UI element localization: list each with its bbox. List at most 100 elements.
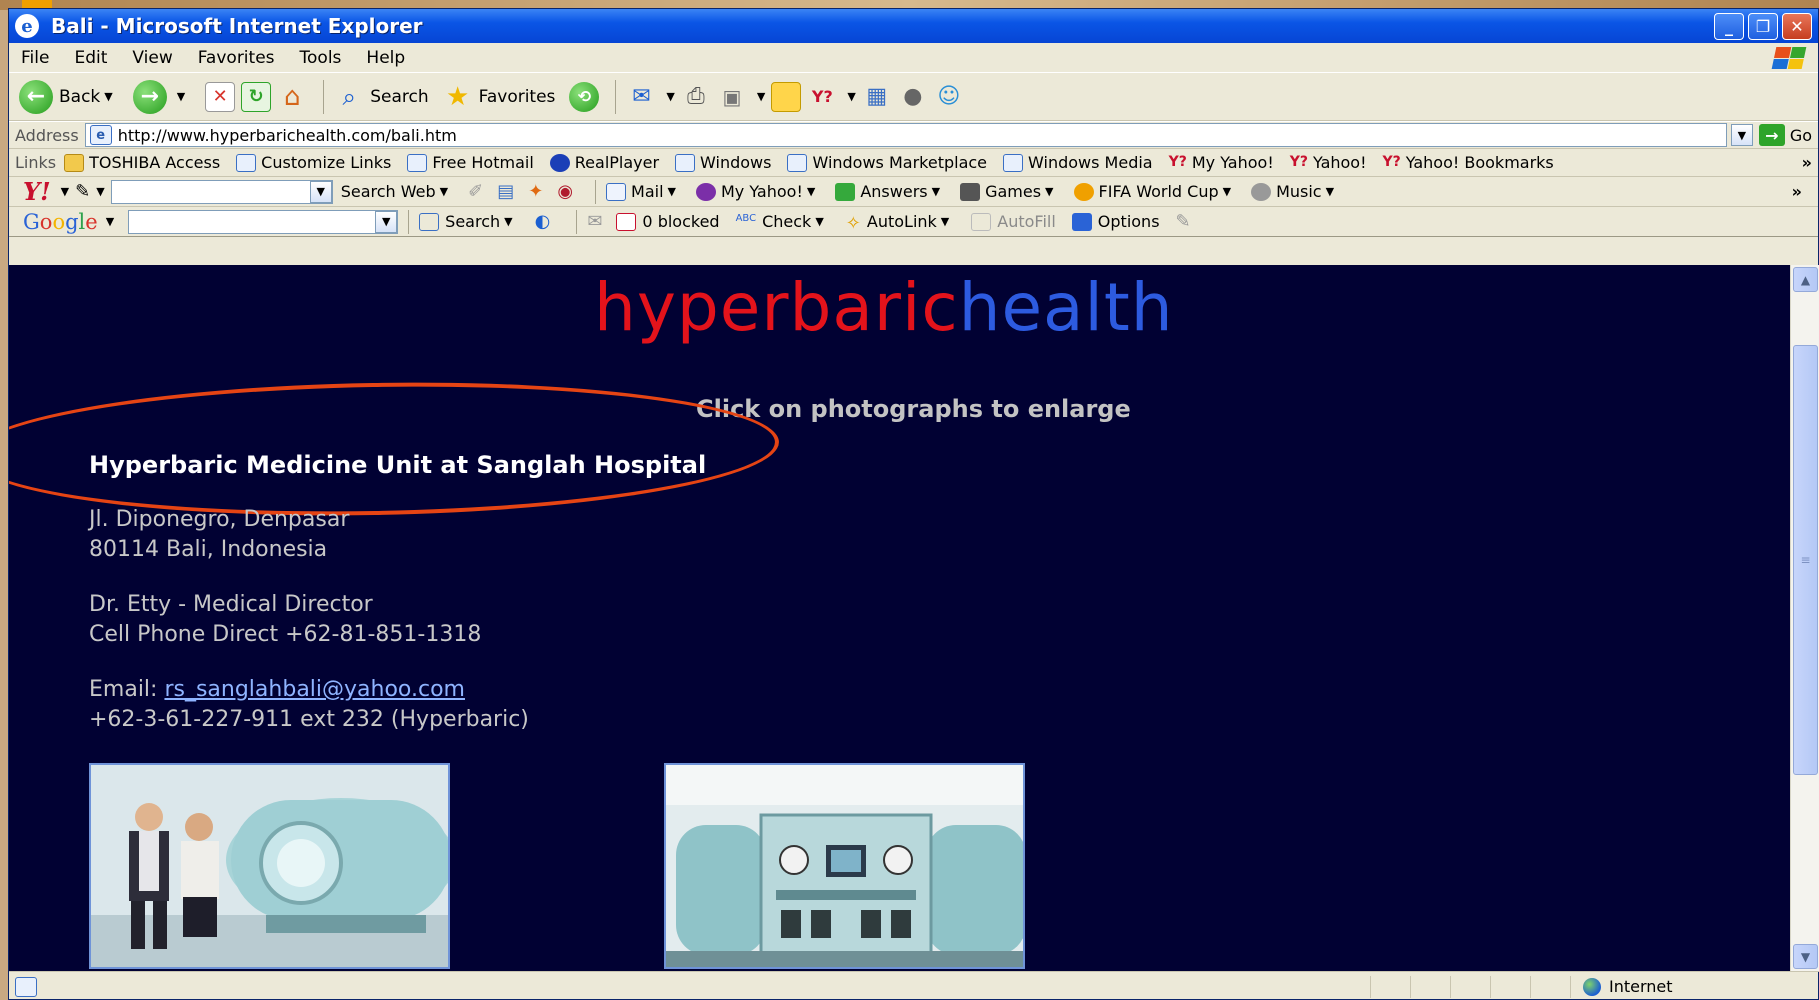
photo-chamber-staff[interactable]: [89, 763, 450, 969]
google-search-input[interactable]: ▼: [128, 209, 399, 234]
yahoo-search-input[interactable]: ▼: [110, 179, 333, 204]
link-free-hotmail[interactable]: Free Hotmail: [407, 153, 534, 172]
link-realplayer[interactable]: RealPlayer: [549, 153, 659, 172]
home-icon[interactable]: ⌂: [277, 82, 307, 112]
favorites-button[interactable]: ★ Favorites: [443, 82, 555, 112]
google-search-dropdown-icon[interactable]: ▼: [375, 210, 398, 233]
maximize-button[interactable]: ❐: [1748, 12, 1778, 40]
music-dropdown-icon[interactable]: ▼: [1326, 185, 1334, 198]
popup-blocker-button[interactable]: 0 blocked: [616, 212, 720, 231]
yahoo-menu-dropdown-icon[interactable]: ▼: [61, 185, 69, 198]
stop-icon[interactable]: ✕: [205, 81, 236, 112]
yahoo-logo[interactable]: Y!: [23, 177, 51, 206]
yahoo-dropdown-icon[interactable]: ▼: [847, 90, 855, 103]
headphones-icon[interactable]: ◉: [557, 181, 573, 202]
pencil-icon[interactable]: ✎: [75, 181, 90, 202]
mail-dropdown-icon[interactable]: ▼: [666, 90, 674, 103]
spell-check-button[interactable]: ABC Check ▼: [736, 212, 830, 231]
close-button[interactable]: ✕: [1782, 12, 1812, 40]
status-cell: [1450, 975, 1490, 998]
menu-edit[interactable]: Edit: [74, 48, 107, 68]
google-search-dropdown-icon[interactable]: ▼: [504, 215, 512, 228]
link-my-yahoo[interactable]: Y? My Yahoo!: [1169, 153, 1274, 172]
mail-icon[interactable]: ✉: [626, 82, 656, 112]
print-icon[interactable]: ⎙: [681, 82, 711, 112]
fifa-button[interactable]: FIFA World Cup ▼: [1073, 182, 1238, 201]
scroll-down-button[interactable]: ▼: [1793, 944, 1818, 969]
site-logo[interactable]: hyperbarichealth: [594, 269, 1174, 346]
search-web-dropdown-icon[interactable]: ▼: [440, 185, 448, 198]
link-toshiba-access[interactable]: TOSHIBA Access: [64, 153, 220, 172]
history-icon[interactable]: ⟲: [569, 81, 600, 112]
link-customize-links[interactable]: Customize Links: [236, 153, 391, 172]
link-windows-marketplace[interactable]: Windows Marketplace: [787, 153, 987, 172]
link-windows[interactable]: Windows: [675, 153, 771, 172]
links-more-icon[interactable]: »: [1802, 153, 1812, 172]
autolink-button[interactable]: ✧ AutoLink ▼: [846, 212, 955, 234]
notes-icon[interactable]: [771, 81, 802, 112]
search-web-button[interactable]: Search Web ▼: [341, 182, 454, 201]
menu-tools[interactable]: Tools: [300, 48, 342, 68]
security-zone[interactable]: Internet: [1570, 975, 1819, 998]
calendar-icon[interactable]: ▤: [497, 181, 514, 202]
blocker-icon[interactable]: ✦: [528, 181, 543, 202]
google-menu-dropdown-icon[interactable]: ▼: [106, 215, 114, 228]
my-yahoo-label: My Yahoo!: [721, 182, 803, 201]
media-icon[interactable]: ▦: [862, 82, 892, 112]
games-button[interactable]: Games ▼: [960, 182, 1059, 201]
forward-button[interactable]: → ▼: [132, 79, 191, 114]
address-dropdown-icon[interactable]: ▼: [1730, 124, 1753, 146]
discuss-icon[interactable]: ●: [898, 82, 928, 112]
minimize-button[interactable]: _: [1714, 12, 1744, 40]
mail-button[interactable]: Mail ▼: [606, 182, 682, 201]
link-yahoo[interactable]: Y? Yahoo!: [1290, 153, 1367, 172]
scroll-thumb[interactable]: ≡: [1793, 345, 1818, 775]
back-dropdown-icon[interactable]: ▼: [104, 90, 112, 103]
edit-dropdown-icon[interactable]: ▼: [757, 90, 765, 103]
link-yahoo-bookmarks[interactable]: Y? Yahoo! Bookmarks: [1383, 153, 1554, 172]
mail-dropdown-icon[interactable]: ▼: [668, 185, 676, 198]
pagerank-icon[interactable]: ✉: [587, 211, 602, 232]
check-dropdown-icon[interactable]: ▼: [815, 215, 823, 228]
games-dropdown-icon[interactable]: ▼: [1045, 185, 1053, 198]
back-button[interactable]: ← Back ▼: [19, 79, 119, 114]
edit-icon[interactable]: ▣: [717, 82, 747, 112]
title-bar[interactable]: e Bali - Microsoft Internet Explorer _ ❐…: [9, 9, 1818, 43]
pencil-icon[interactable]: ✎: [1176, 211, 1191, 232]
answers-dropdown-icon[interactable]: ▼: [932, 185, 940, 198]
director-line: Dr. Etty - Medical Director: [89, 592, 373, 617]
back-arrow-icon: ←: [19, 79, 53, 114]
menu-help[interactable]: Help: [366, 48, 405, 68]
forward-dropdown-icon[interactable]: ▼: [177, 90, 185, 103]
music-button[interactable]: Music ▼: [1251, 182, 1340, 201]
menu-view[interactable]: View: [132, 48, 172, 68]
yahoo-messenger-icon[interactable]: Y?: [807, 82, 837, 112]
scroll-up-button[interactable]: ▲: [1793, 267, 1818, 292]
globe-search-icon[interactable]: ◐: [535, 211, 551, 232]
fifa-dropdown-icon[interactable]: ▼: [1223, 185, 1231, 198]
search-button[interactable]: ⌕ Search: [334, 82, 428, 112]
autofill-button[interactable]: AutoFill: [971, 212, 1056, 231]
photo-control-panel[interactable]: [664, 763, 1025, 969]
go-button[interactable]: → Go: [1758, 124, 1812, 146]
autolink-dropdown-icon[interactable]: ▼: [941, 215, 949, 228]
menu-file[interactable]: File: [21, 48, 49, 68]
answers-button[interactable]: Answers ▼: [835, 182, 946, 201]
vertical-scrollbar[interactable]: ▲ ≡ ▼: [1790, 265, 1819, 971]
pencil-dropdown-icon[interactable]: ▼: [96, 185, 104, 198]
options-button[interactable]: Options: [1071, 212, 1160, 231]
refresh-icon[interactable]: ↻: [241, 81, 272, 112]
menu-favorites[interactable]: Favorites: [198, 48, 275, 68]
my-yahoo-button[interactable]: My Yahoo! ▼: [696, 182, 821, 201]
messenger-icon[interactable]: ☺: [934, 82, 964, 112]
my-yahoo-dropdown-icon[interactable]: ▼: [807, 185, 815, 198]
highlight-icon[interactable]: ✐: [468, 181, 483, 202]
address-input[interactable]: e http://www.hyperbarichealth.com/bali.h…: [84, 123, 1727, 147]
music-icon: [1251, 182, 1272, 201]
google-search-button[interactable]: Search ▼: [419, 212, 518, 231]
yahoo-more-icon[interactable]: »: [1792, 182, 1802, 201]
yahoo-search-dropdown-icon[interactable]: ▼: [309, 180, 332, 203]
google-logo[interactable]: Google: [23, 210, 98, 234]
email-link[interactable]: rs_sanglahbali@yahoo.com: [164, 677, 465, 702]
link-windows-media[interactable]: Windows Media: [1003, 153, 1153, 172]
